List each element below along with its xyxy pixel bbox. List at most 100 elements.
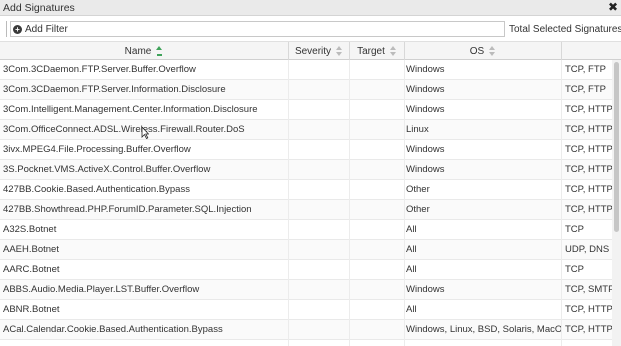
protocol-cell: TCP, FTP [565,64,606,75]
plus-circle-icon: + [13,24,22,34]
os-cell: All [405,240,562,260]
os-cell [405,340,562,346]
protocol-cell: TCP, HTTP [565,184,612,195]
signature-name-cell: ABBS.Audio.Media.Player.LST.Buffer.Overf… [0,280,289,300]
os-cell: Windows, Linux, BSD, Solaris, MacOS [405,320,562,340]
severity-cell [289,160,350,180]
table-row[interactable]: A32S.Botnet All TCP [0,220,612,240]
signature-name-cell: 3Com.3CDaemon.FTP.Server.Buffer.Overflow [0,60,289,80]
filter-input[interactable]: + Add Filter [10,21,505,37]
table-header: Name Severity Target OS [0,42,621,60]
signatures-table: Name Severity Target OS 3Com.3CDaemon.FT… [0,42,621,346]
protocol-cell: TCP [565,264,584,275]
protocol-cell: UDP, DNS [565,244,610,255]
sort-icon[interactable] [336,46,343,56]
severity-cell [289,100,350,120]
severity-cell [289,260,350,280]
column-header-os-label: OS [469,45,485,57]
protocol-cell: TCP, HTTP [565,104,612,115]
column-header-severity-label: Severity [294,45,332,57]
table-row[interactable]: 3Com.Intelligent.Management.Center.Infor… [0,100,612,120]
table-row[interactable]: 3Com.OfficeConnect.ADSL.Wireless.Firewal… [0,120,612,140]
protocol-cell: TCP, FTP [565,84,606,95]
target-cell [350,80,405,100]
dialog-titlebar: Add Signatures ✖ [0,0,621,16]
target-cell [350,180,405,200]
severity-cell [289,180,350,200]
toolbar-divider [6,21,7,37]
target-cell [350,340,405,346]
protocol-cell: TCP, HTTP [565,164,612,175]
signature-name-cell: ABNR.Botnet [0,300,289,320]
severity-cell [289,340,350,346]
target-cell [350,220,405,240]
table-row[interactable]: 3Com.3CDaemon.FTP.Server.Information.Dis… [0,80,612,100]
sort-ascending-icon[interactable] [156,46,163,56]
close-icon[interactable]: ✖ [607,1,619,14]
protocol-cell: TCP, HTTP [565,304,612,315]
sort-icon[interactable] [389,46,397,56]
table-row[interactable]: AARC.Botnet All TCP [0,260,612,280]
table-row[interactable]: 427BB.Showthread.PHP.ForumID.Parameter.S… [0,200,612,220]
target-cell [350,260,405,280]
signature-name-cell: AARC.Botnet [0,260,289,280]
table-row[interactable]: ACal.Calendar.Cookie.Based.Authenticatio… [0,320,612,340]
filter-toolbar: + Add Filter Total Selected Signatures: … [0,17,621,42]
signature-name-cell [0,340,289,346]
target-cell [350,160,405,180]
mouse-cursor-icon [141,127,149,139]
target-cell [350,140,405,160]
table-row[interactable]: 3ivx.MPEG4.File.Processing.Buffer.Overfl… [0,140,612,160]
add-filter-label: Add Filter [25,23,68,35]
protocol-cell: TCP [565,224,584,235]
os-cell: All [405,220,562,240]
signature-name-cell: AAEH.Botnet [0,240,289,260]
severity-cell [289,120,350,140]
column-header-os[interactable]: OS [405,42,562,60]
target-cell [350,60,405,80]
column-header-target[interactable]: Target [350,42,405,60]
column-header-severity[interactable]: Severity [289,42,350,60]
signature-name-cell: A32S.Botnet [0,220,289,240]
protocol-cell: TCP, SMTP, [565,284,612,295]
os-cell: Other [405,180,562,200]
signature-name-cell: 427BB.Showthread.PHP.ForumID.Parameter.S… [0,200,289,220]
target-cell [350,120,405,140]
column-header-name[interactable]: Name [0,42,289,60]
protocol-cell: TCP, HTTP [565,324,612,335]
target-cell [350,320,405,340]
table-row[interactable]: 3Com.3CDaemon.FTP.Server.Buffer.Overflow… [0,60,612,80]
os-cell: Windows [405,60,562,80]
severity-cell [289,60,350,80]
target-cell [350,280,405,300]
dialog-title: Add Signatures [3,1,75,14]
table-row[interactable]: 3S.Pocknet.VMS.ActiveX.Control.Buffer.Ov… [0,160,612,180]
table-row[interactable]: 427BB.Cookie.Based.Authentication.Bypass… [0,180,612,200]
vertical-scrollbar[interactable] [612,60,621,346]
table-row[interactable]: ABNR.Botnet All TCP, HTTP [0,300,612,320]
add-filter-button[interactable]: + Add Filter [13,23,68,35]
protocol-cell: TCP, HTTP [565,204,612,215]
table-row[interactable]: ABBS.Audio.Media.Player.LST.Buffer.Overf… [0,280,612,300]
target-cell [350,300,405,320]
signature-name-cell: ACal.Calendar.Cookie.Based.Authenticatio… [0,320,289,340]
severity-cell [289,200,350,220]
table-body: 3Com.3CDaemon.FTP.Server.Buffer.Overflow… [0,60,612,346]
severity-cell [289,320,350,340]
table-row[interactable] [0,340,612,346]
signature-name-cell: 3Com.Intelligent.Management.Center.Infor… [0,100,289,120]
table-row[interactable]: AAEH.Botnet All UDP, DNS [0,240,612,260]
severity-cell [289,240,350,260]
scrollbar-thumb[interactable] [614,62,619,232]
target-cell [350,240,405,260]
signature-name-cell: 3Com.3CDaemon.FTP.Server.Information.Dis… [0,80,289,100]
severity-cell [289,220,350,240]
column-header-protocol[interactable] [562,42,621,60]
column-header-name-label: Name [124,45,152,57]
sort-icon[interactable] [489,46,496,56]
protocol-cell: TCP, HTTP [565,124,612,135]
os-cell: All [405,260,562,280]
column-header-target-label: Target [357,45,385,57]
signature-name-cell: 3ivx.MPEG4.File.Processing.Buffer.Overfl… [0,140,289,160]
protocol-cell: TCP, HTTP [565,144,612,155]
